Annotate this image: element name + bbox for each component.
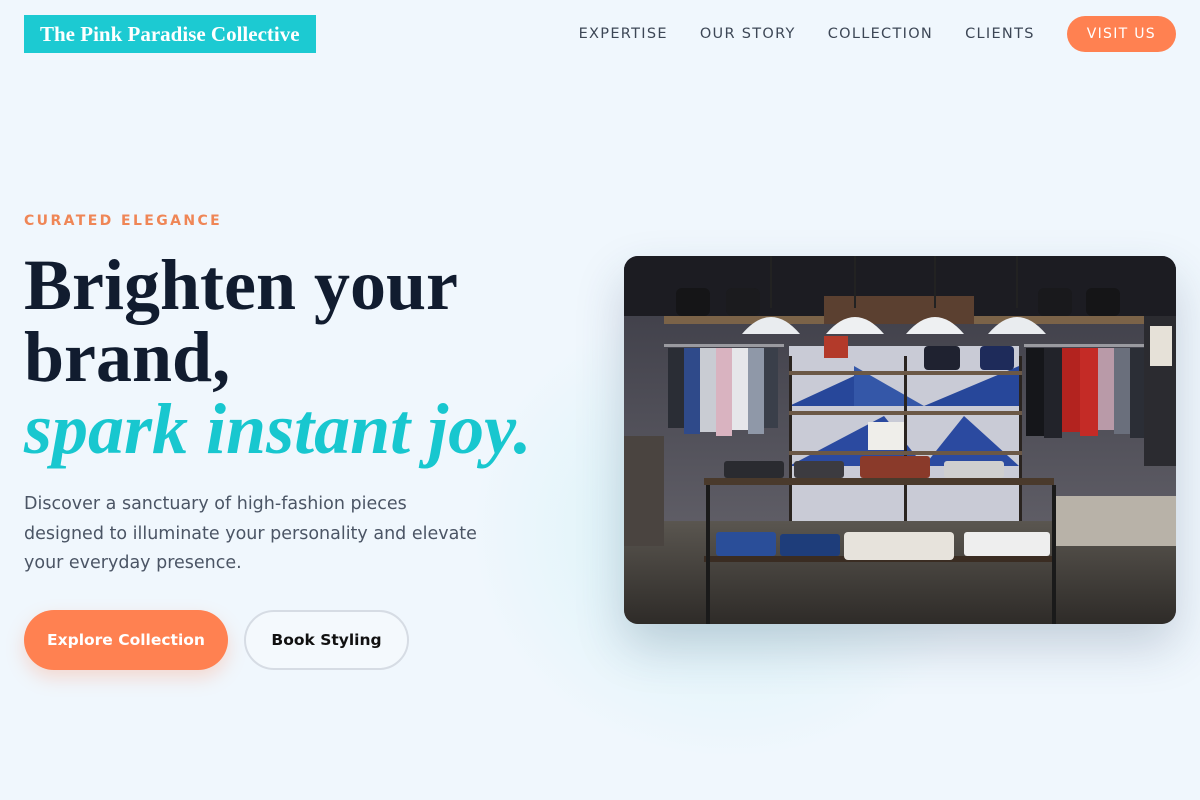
- main-nav: EXPERTISE OUR STORY COLLECTION CLIENTS V…: [579, 16, 1176, 52]
- headline-line-1: Brighten your: [24, 245, 459, 325]
- hero-image: [624, 256, 1176, 624]
- headline-line-2: brand,: [24, 317, 231, 397]
- brand-logo[interactable]: The Pink Paradise Collective: [24, 15, 316, 53]
- visit-us-button[interactable]: VISIT US: [1066, 16, 1176, 52]
- nav-link-our-story[interactable]: OUR STORY: [700, 26, 796, 42]
- hero-eyebrow: CURATED ELEGANCE: [24, 213, 223, 229]
- nav-link-expertise[interactable]: EXPERTISE: [579, 26, 668, 42]
- explore-collection-button[interactable]: Explore Collection: [24, 610, 228, 670]
- headline-accent: spark instant joy.: [24, 389, 532, 469]
- nav-link-clients[interactable]: CLIENTS: [965, 26, 1035, 42]
- nav-link-collection[interactable]: COLLECTION: [828, 26, 933, 42]
- book-styling-button[interactable]: Book Styling: [244, 610, 409, 670]
- hero-description: Discover a sanctuary of high-fashion pie…: [24, 494, 477, 573]
- boutique-photo: [624, 256, 1176, 624]
- hero-headline: Brighten your brand, spark instant joy.: [24, 249, 584, 465]
